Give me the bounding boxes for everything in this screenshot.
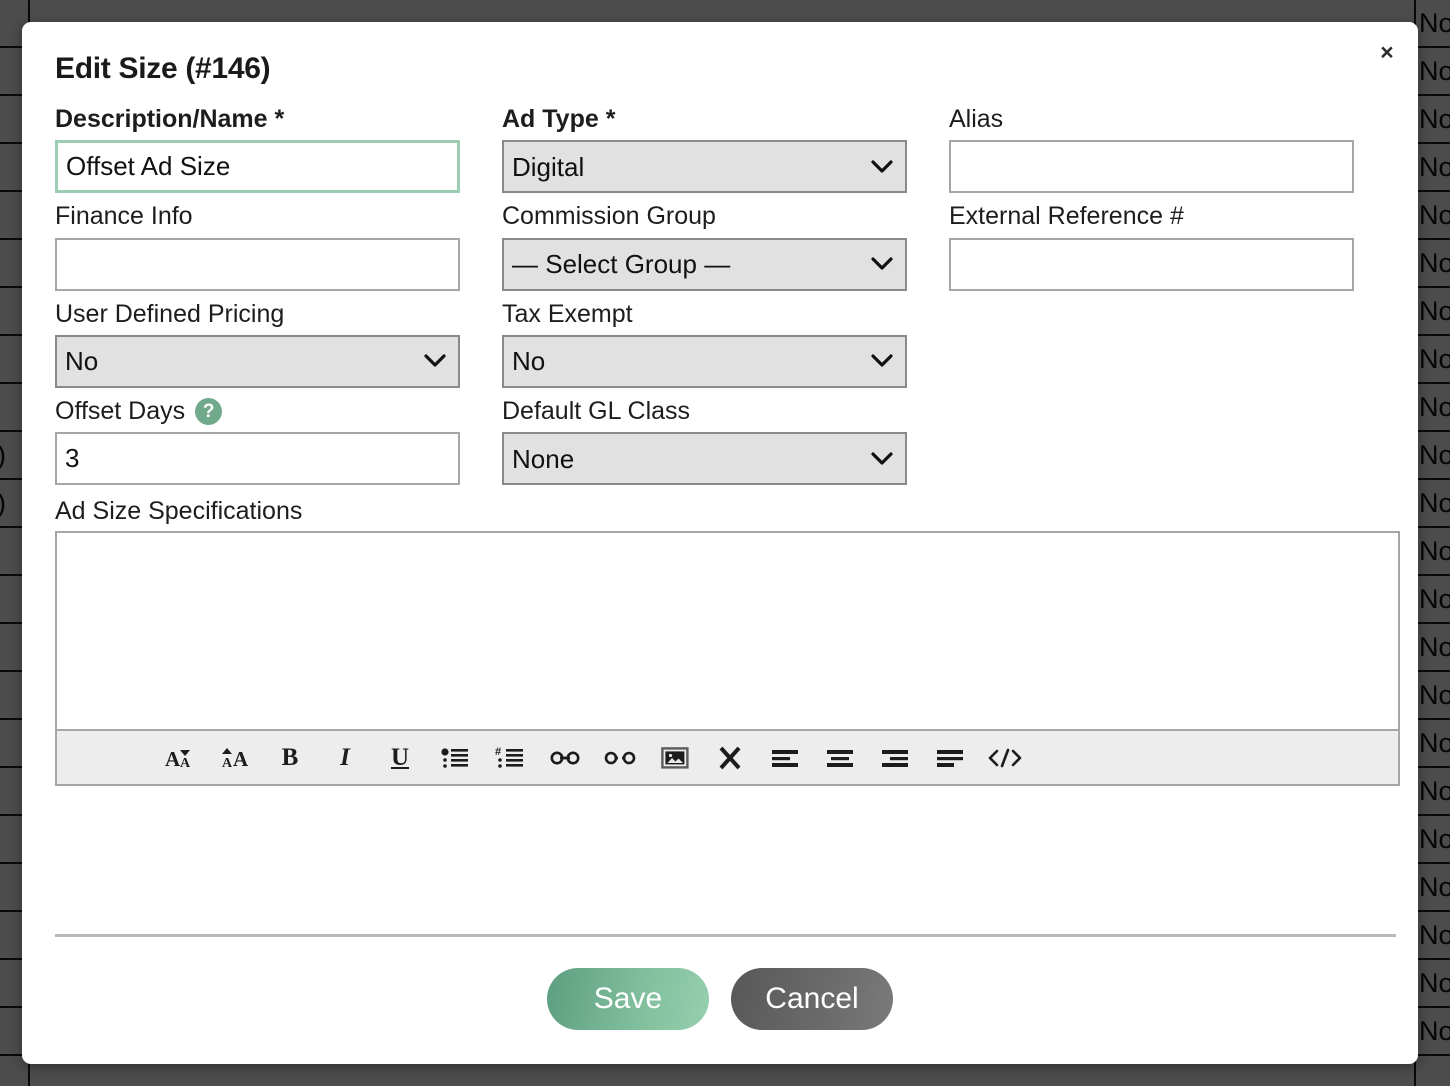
source-code-icon[interactable] bbox=[988, 741, 1022, 775]
field-external-reference: External Reference # bbox=[949, 201, 1396, 290]
external-reference-input[interactable] bbox=[949, 238, 1354, 291]
field-label-alias: Alias bbox=[949, 104, 1354, 135]
svg-text:#: # bbox=[495, 746, 501, 758]
edit-size-modal: × Edit Size (#146) Description/Name * Ad… bbox=[22, 22, 1418, 1064]
decrease-font-size-icon[interactable]: A A bbox=[163, 741, 197, 775]
field-label-ad-size-specifications: Ad Size Specifications bbox=[55, 497, 1396, 526]
svg-text:A: A bbox=[180, 756, 191, 771]
modal-footer: Save Cancel bbox=[22, 968, 1418, 1030]
increase-font-size-icon[interactable]: A A bbox=[218, 741, 252, 775]
description-input[interactable] bbox=[55, 140, 460, 193]
align-right-icon[interactable] bbox=[878, 741, 912, 775]
field-label-ad-type: Ad Type * bbox=[502, 104, 907, 135]
underline-glyph: U bbox=[391, 745, 409, 770]
ad-type-select[interactable]: Digital bbox=[502, 140, 907, 193]
field-user-defined-pricing: User Defined Pricing No bbox=[55, 299, 502, 388]
numbered-list-icon[interactable]: # bbox=[493, 741, 527, 775]
form-row: Description/Name * Ad Type * Digital Ali… bbox=[55, 104, 1396, 193]
align-justify-icon[interactable] bbox=[933, 741, 967, 775]
form-row: User Defined Pricing No Tax Exempt No bbox=[55, 299, 1396, 388]
page-title: Edit Size (#146) bbox=[55, 52, 1396, 86]
default-gl-class-select[interactable]: None bbox=[502, 432, 907, 485]
field-label-offset-days: Offset Days ? bbox=[55, 396, 460, 427]
align-center-icon[interactable] bbox=[823, 741, 857, 775]
offset-days-input[interactable] bbox=[55, 432, 460, 485]
remove-formatting-icon[interactable] bbox=[713, 741, 747, 775]
field-label-user-defined-pricing: User Defined Pricing bbox=[55, 299, 460, 330]
help-icon[interactable]: ? bbox=[195, 398, 222, 425]
finance-info-input[interactable] bbox=[55, 238, 460, 291]
italic-icon[interactable]: I bbox=[328, 741, 362, 775]
svg-text:A: A bbox=[165, 747, 181, 771]
align-left-icon[interactable] bbox=[768, 741, 802, 775]
insert-link-icon[interactable] bbox=[548, 741, 582, 775]
italic-glyph: I bbox=[340, 745, 350, 770]
field-ad-type: Ad Type * Digital bbox=[502, 104, 949, 193]
remove-link-icon[interactable] bbox=[603, 741, 637, 775]
tax-exempt-select[interactable]: No bbox=[502, 335, 907, 388]
svg-text:A: A bbox=[233, 747, 249, 771]
save-button[interactable]: Save bbox=[547, 968, 709, 1030]
commission-group-select[interactable]: — Select Group — bbox=[502, 238, 907, 291]
user-defined-pricing-select[interactable]: No bbox=[55, 335, 460, 388]
field-description: Description/Name * bbox=[55, 104, 502, 193]
modal-body: Edit Size (#146) Description/Name * Ad T… bbox=[55, 52, 1396, 786]
field-default-gl-class: Default GL Class None bbox=[502, 396, 949, 485]
insert-image-icon[interactable] bbox=[658, 741, 692, 775]
svg-text:A: A bbox=[222, 756, 233, 771]
offset-days-label-text: Offset Days bbox=[55, 396, 185, 427]
cancel-button[interactable]: Cancel bbox=[731, 968, 893, 1030]
underline-icon[interactable]: U bbox=[383, 741, 417, 775]
field-label-commission-group: Commission Group bbox=[502, 201, 907, 232]
alias-input[interactable] bbox=[949, 140, 1354, 193]
field-label-description: Description/Name * bbox=[55, 104, 460, 135]
field-label-default-gl-class: Default GL Class bbox=[502, 396, 907, 427]
form-row: Finance Info Commission Group — Select G… bbox=[55, 201, 1396, 290]
ad-size-specifications-textarea[interactable] bbox=[57, 533, 1398, 729]
field-tax-exempt: Tax Exempt No bbox=[502, 299, 949, 388]
footer-divider bbox=[55, 934, 1396, 937]
field-label-external-reference: External Reference # bbox=[949, 201, 1354, 232]
field-ad-size-specifications: Ad Size Specifications A A A A bbox=[55, 497, 1396, 786]
field-commission-group: Commission Group — Select Group — bbox=[502, 201, 949, 290]
field-offset-days: Offset Days ? bbox=[55, 396, 502, 485]
rich-text-editor: A A A A B bbox=[55, 531, 1400, 786]
field-alias: Alias bbox=[949, 104, 1396, 193]
rich-text-toolbar: A A A A B bbox=[57, 729, 1398, 784]
bold-icon[interactable]: B bbox=[273, 741, 307, 775]
field-finance-info: Finance Info bbox=[55, 201, 502, 290]
form-row: Offset Days ? Default GL Class None bbox=[55, 396, 1396, 485]
bold-glyph: B bbox=[282, 745, 299, 770]
bulleted-list-icon[interactable] bbox=[438, 741, 472, 775]
field-label-finance-info: Finance Info bbox=[55, 201, 460, 232]
field-label-tax-exempt: Tax Exempt bbox=[502, 299, 907, 330]
